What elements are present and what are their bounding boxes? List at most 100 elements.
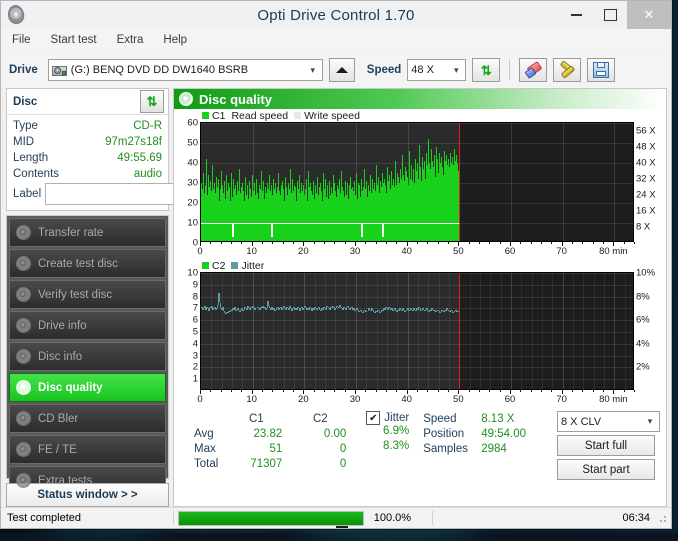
disc-row-key: MID: [13, 136, 34, 148]
position-marker: [459, 273, 460, 389]
axis-tick-label: 20: [187, 198, 198, 209]
write-mode-select[interactable]: 8 X CLV ▾: [557, 411, 660, 432]
axis-tick-label: 0: [197, 394, 202, 405]
jitter-point: [359, 311, 360, 312]
total-c2-value: 0: [288, 456, 352, 471]
row-label-total: Total: [184, 456, 224, 471]
sidebar-item-label: Drive info: [38, 320, 87, 332]
legend-label: C1: [212, 110, 225, 122]
jitter-point: [346, 307, 347, 309]
disc-row-key: Length: [13, 152, 48, 164]
sidebar-item-transfer-rate[interactable]: Transfer rate: [9, 218, 166, 247]
grid-line: [335, 273, 336, 389]
sidebar-item-disc-info[interactable]: Disc info: [9, 342, 166, 371]
row-label-avg: Avg: [184, 426, 224, 441]
position-marker: [459, 123, 460, 241]
jitter-point: [405, 311, 406, 312]
menu-item-help[interactable]: Help: [160, 32, 190, 48]
drive-select[interactable]: (G:) BENQ DVD DD DW1640 BSRB ▾: [48, 59, 323, 81]
axis-tick-label: 2%: [636, 362, 650, 373]
erase-button[interactable]: [519, 58, 547, 82]
table-row: Total 71307 0: [184, 456, 352, 471]
jitter-point: [240, 310, 241, 312]
menu-item-extra[interactable]: Extra: [114, 32, 147, 48]
legend-swatch-icon: [202, 262, 209, 269]
jitter-stats-group: ✔ Jitter 6.9% 8.3%: [352, 411, 409, 455]
axis-tick-label: 56 X: [636, 126, 656, 137]
grid-line: [201, 344, 633, 345]
grid-line: [439, 273, 440, 389]
speed-stat-label: Speed: [423, 413, 475, 425]
grid-line: [263, 273, 264, 389]
save-button[interactable]: [587, 58, 615, 82]
drive-toolbar: Drive (G:) BENQ DVD DD DW1640 BSRB ▾ Spe…: [1, 52, 671, 88]
error-stats-table: C1 C2 Avg 23.82 0.00 Max 51: [184, 411, 352, 471]
disc-label-key: Label: [13, 188, 41, 200]
disc-label-row: Label: [13, 183, 162, 205]
jitter-checkbox[interactable]: ✔: [366, 411, 380, 425]
status-window-button[interactable]: Status window > >: [6, 483, 169, 507]
grid-line: [201, 320, 633, 321]
axis-tick-label: 80 min: [599, 394, 628, 405]
grid-line: [470, 273, 471, 389]
axis-spacer: [174, 390, 200, 407]
axis-spacer: [634, 390, 666, 407]
tested-region: [201, 273, 459, 389]
jitter-point: [276, 308, 277, 309]
jitter-point: [454, 311, 455, 312]
sidebar-item-create-test-disc[interactable]: Create test disc: [9, 249, 166, 278]
read-speed-dip: [232, 223, 234, 237]
axis-tick-label: 40: [401, 246, 412, 257]
axis-tick-label: 30: [187, 178, 198, 189]
max-jitter-value: 8.3%: [360, 440, 409, 455]
grid-line: [490, 273, 491, 389]
sidebar-item-cd-bler[interactable]: CD Bler: [9, 404, 166, 433]
main-body: Disc ⇅ Type CD-R MID 97m27s18f Le: [1, 88, 671, 507]
eject-button[interactable]: [329, 58, 355, 82]
position-row: Position 49:54.00: [423, 426, 526, 441]
column-header-c1: C1: [224, 411, 288, 426]
disc-refresh-button[interactable]: ⇅: [140, 90, 164, 113]
grid-line: [201, 297, 633, 298]
disc-icon: [16, 287, 31, 302]
sidebar-item-drive-info[interactable]: Drive info: [9, 311, 166, 340]
sidebar-item-label: Create test disc: [38, 258, 118, 270]
axis-tick-label: 10: [187, 218, 198, 229]
speed-label: Speed: [367, 64, 402, 76]
refresh-button[interactable]: ⇅: [472, 58, 500, 82]
progress-label: 100.0%: [368, 508, 432, 528]
disc-row-length: Length 49:55.69: [13, 150, 162, 166]
c1-y-axis: 0102030405060: [174, 122, 200, 242]
jitter-point: [335, 308, 336, 309]
sidebar-item-label: Disc info: [38, 351, 82, 363]
status-bar: Test completed 100.0% 06:34: [1, 507, 671, 528]
menu-item-start-test[interactable]: Start test: [48, 32, 100, 48]
legend-swatch-icon: [202, 112, 209, 119]
sidebar-item-verify-test-disc[interactable]: Verify test disc: [9, 280, 166, 309]
toolbar-divider: [509, 60, 510, 80]
grid-line: [284, 273, 285, 389]
grid-line: [397, 273, 398, 389]
c1-chart: C1 Read speed Write speed 0102030405060: [174, 109, 666, 259]
axis-tick-label: 48 X: [636, 142, 656, 153]
start-full-button[interactable]: Start full: [557, 435, 655, 456]
resize-grip-icon[interactable]: [656, 512, 668, 524]
jitter-point: [243, 310, 244, 311]
tools-button[interactable]: [553, 58, 581, 82]
status-divider: [173, 511, 174, 525]
sidebar-item-disc-quality[interactable]: Disc quality: [9, 373, 166, 402]
chevron-down-icon: ▾: [306, 65, 320, 76]
jitter-right-axis: 2%4%6%8%10%: [634, 272, 666, 390]
table-row: Max 51 0: [184, 441, 352, 456]
grid-line: [563, 273, 564, 389]
jitter-point: [213, 308, 214, 309]
menu-item-file[interactable]: File: [9, 32, 34, 48]
jitter-point: [266, 308, 267, 309]
progress-bar: [178, 511, 364, 526]
speed-select[interactable]: 48 X ▾: [407, 59, 466, 81]
sidebar-item-fe-te[interactable]: FE / TE: [9, 435, 166, 464]
start-part-button[interactable]: Start part: [557, 459, 655, 480]
grid-line: [201, 332, 633, 333]
axis-tick-label: 60: [187, 118, 198, 129]
axis-tick-label: 4: [193, 338, 198, 349]
